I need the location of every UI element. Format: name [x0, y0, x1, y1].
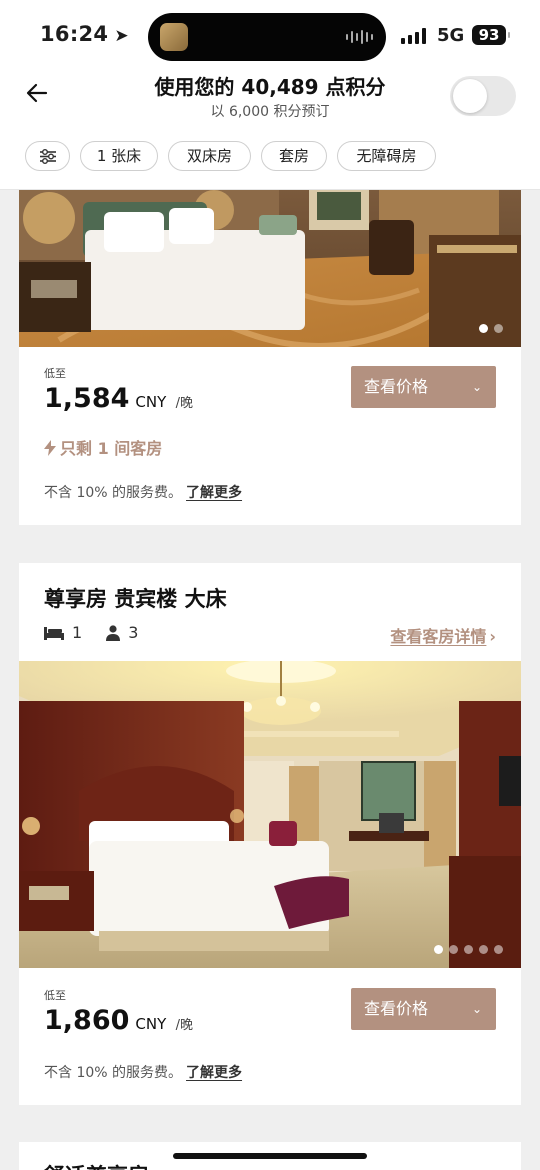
network-type: 5G — [437, 25, 465, 46]
rooms-left-text: 只剩 1 间客房 — [60, 439, 163, 458]
top-header: 使用您的 40,489 点积分 以 6,000 积分预订 — [0, 70, 540, 130]
price-value: 1,860 — [44, 1005, 130, 1036]
view-price-button-2[interactable]: 查看价格 ⌄ — [351, 988, 496, 1030]
price-currency: CNY — [135, 1015, 167, 1033]
room-detail-link[interactable]: 查看客房详情 › — [390, 623, 496, 647]
audio-wave-icon — [346, 29, 374, 45]
room-detail-text: 查看客房详情 — [390, 627, 487, 646]
status-bar: 16:24 ➤ 5G 93 — [0, 0, 540, 70]
app-icon — [160, 23, 188, 51]
battery-icon: 93 — [472, 25, 510, 45]
status-time-text: 16:24 — [40, 22, 109, 46]
chevron-right-icon: › — [489, 627, 496, 646]
room-meta-2: 1 3 — [44, 623, 138, 642]
low-label: 低至 — [44, 367, 66, 380]
view-price-label: 查看价格 — [364, 999, 429, 1018]
location-arrow-icon: ➤ — [114, 26, 129, 46]
room-price-1: 1,584 CNY /晚 — [44, 383, 193, 414]
service-fee-note-2: 不含 10% 的服务费。 了解更多 — [44, 1062, 242, 1082]
fee-text: 不含 10% 的服务费。 — [44, 485, 183, 501]
fee-text: 不含 10% 的服务费。 — [44, 1065, 183, 1081]
room-card-1: 低至 1,584 CNY /晚 查看价格 ⌄ 只剩 1 间客房 不含 10% 的服务… — [19, 190, 521, 525]
photo-pager-1 — [479, 324, 503, 333]
filter-chip-suite[interactable]: 套房 — [261, 141, 327, 171]
home-indicator[interactable] — [173, 1153, 367, 1159]
room-card-2: 尊享房 贵宾楼 大床 1 3 查看客房详情 › 低至 1,860 CNY /晚 … — [19, 563, 521, 1105]
chevron-down-icon: ⌄ — [471, 1002, 482, 1016]
dynamic-island — [148, 13, 386, 61]
status-time: 16:24 ➤ — [40, 22, 129, 46]
view-price-button-1[interactable]: 查看价格 ⌄ — [351, 366, 496, 408]
rooms-left-notice: 只剩 1 间客房 — [44, 435, 162, 459]
filter-chip-accessible[interactable]: 无障碍房 — [337, 141, 436, 171]
filter-chip-one-bed[interactable]: 1 张床 — [80, 141, 158, 171]
room-name-3: 舒适尊享房 — [44, 1160, 149, 1170]
view-price-label: 查看价格 — [364, 377, 429, 396]
photo-pager-2 — [434, 945, 503, 954]
lightning-icon — [44, 440, 56, 456]
learn-more-link[interactable]: 了解更多 — [186, 1065, 242, 1081]
person-icon — [106, 624, 121, 641]
guest-count: 3 — [128, 623, 139, 642]
signal-icon — [401, 28, 426, 44]
bed-icon — [44, 626, 64, 640]
room-name-2: 尊享房 贵宾楼 大床 — [44, 587, 227, 611]
price-currency: CNY — [135, 393, 167, 411]
bed-count: 1 — [72, 623, 83, 642]
price-unit: /晚 — [175, 396, 194, 411]
service-fee-note-1: 不含 10% 的服务费。 了解更多 — [44, 482, 242, 502]
price-unit: /晚 — [175, 1018, 194, 1033]
low-label: 低至 — [44, 989, 66, 1002]
use-points-toggle[interactable] — [450, 76, 516, 116]
price-value: 1,584 — [44, 383, 130, 414]
filter-chip-twin[interactable]: 双床房 — [168, 141, 251, 171]
room-photo-2[interactable] — [19, 661, 521, 968]
filter-bar: 1 张床 双床房 套房 无障碍房 — [0, 130, 540, 190]
chevron-down-icon: ⌄ — [471, 380, 482, 394]
toggle-knob — [453, 79, 487, 113]
learn-more-link[interactable]: 了解更多 — [186, 485, 242, 501]
room-price-2: 1,860 CNY /晚 — [44, 1005, 193, 1036]
filter-sliders-icon — [40, 149, 56, 164]
room-photo-1[interactable] — [19, 190, 521, 347]
filter-settings-button[interactable] — [25, 141, 70, 171]
